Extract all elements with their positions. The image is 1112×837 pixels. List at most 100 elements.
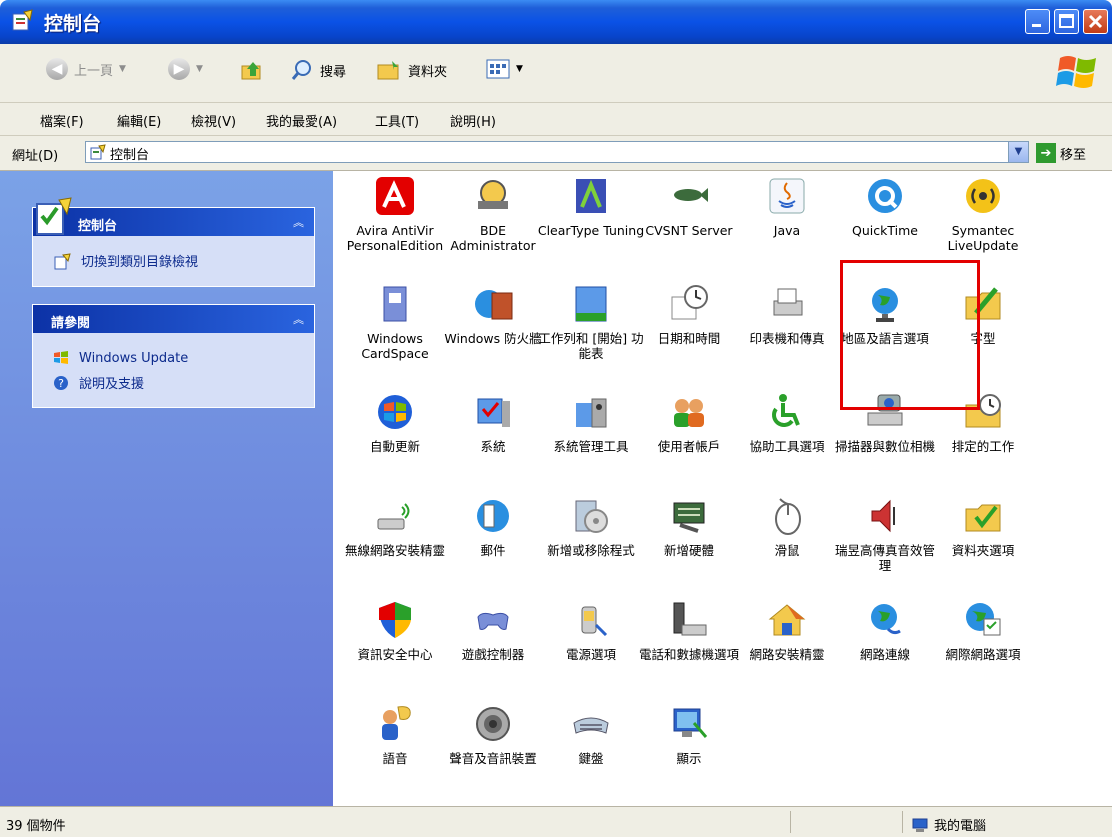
go-arrow-icon: ➔ [1036,143,1056,163]
menu-bar: 檔案(F) 編輯(E) 檢視(V) 我的最愛(A) 工具(T) 說明(H) [0,103,1112,136]
item-quicktime[interactable]: QuickTime [831,175,939,238]
item-add-remove-programs[interactable]: 新增或移除程式 [537,495,645,558]
item-network-setup-wizard[interactable]: 網路安裝精靈 [733,599,841,662]
item-printers-faxes[interactable]: 印表機和傳真 [733,283,841,346]
item-wireless-network-setup[interactable]: 無線網路安裝精靈 [341,495,449,558]
item-administrative-tools[interactable]: 系統管理工具 [537,391,645,454]
up-folder-icon [241,62,261,80]
maximize-button[interactable] [1054,9,1079,34]
add-hardware-icon [673,502,705,533]
item-display[interactable]: 顯示 [635,703,743,766]
automatic-updates-icon [378,395,412,429]
see-also-panel-header[interactable]: 請參閱 ︽ [33,305,314,333]
bde-icon [478,180,508,209]
search-icon [291,60,311,80]
back-arrow-icon: ◀ [46,58,68,80]
item-automatic-updates[interactable]: 自動更新 [341,391,449,454]
folders-button[interactable]: 資料夾 [376,58,447,82]
help-support-link[interactable]: ? 說明及支援 [53,373,144,392]
menu-edit[interactable]: 編輯(E) [117,111,161,130]
views-icon [486,59,510,79]
item-date-time[interactable]: 日期和時間 [635,283,743,346]
menu-view[interactable]: 檢視(V) [191,111,236,130]
forward-arrow-icon: ▶ [168,58,190,80]
item-taskbar-start-menu[interactable]: 工作列和 [開始] 功能表 [537,283,645,361]
item-java[interactable]: Java [733,175,841,238]
collapse-chevron-icon[interactable]: ︽ [293,214,304,230]
object-count: 39 個物件 [6,819,66,834]
display-icon [673,708,708,738]
fish-icon [674,188,708,202]
chevron-down-icon: ▼ [196,64,203,74]
home-network-icon [768,604,806,636]
item-system[interactable]: 系統 [439,391,547,454]
collapse-chevron-icon[interactable]: ︽ [293,311,304,327]
item-network-connections[interactable]: 網路連線 [831,599,939,662]
help-icon: ? [54,375,68,390]
address-bar: 網址(D) 控制台 ▼ ➔ 移至 [0,136,1112,171]
address-label: 網址(D) [12,149,59,164]
liveupdate-icon [966,179,1000,213]
close-button[interactable] [1083,9,1108,34]
item-cleartype[interactable]: ClearType Tuning [537,175,645,238]
quicktime-icon [868,179,902,213]
power-icon [581,606,608,637]
search-button[interactable]: 搜尋 [290,58,346,82]
item-security-center[interactable]: 資訊安全中心 [341,599,449,662]
network-connections-icon [871,604,901,635]
chevron-down-icon: ▼ [516,64,523,74]
menu-file[interactable]: 檔案(F) [40,111,84,130]
item-realtek-audio-manager[interactable]: 瑞昱高傳真音效管理 [831,495,939,573]
item-cvsnt[interactable]: CVSNT Server [635,175,743,238]
control-panel-panel-header[interactable]: 控制台 ︽ [33,197,314,236]
speech-icon [382,706,411,740]
wireless-setup-icon [377,503,410,530]
address-input[interactable]: 控制台 ▼ [85,141,1029,163]
item-user-accounts[interactable]: 使用者帳戶 [635,391,743,454]
panel-title: 控制台 [78,219,118,234]
item-power-options[interactable]: 電源選項 [537,599,645,662]
views-button[interactable]: ▼ [486,58,523,80]
add-remove-programs-icon [575,500,608,533]
item-mail[interactable]: 郵件 [439,495,547,558]
go-button[interactable]: ➔ 移至 [1036,143,1086,163]
item-speech[interactable]: 語音 [341,703,449,766]
up-folder-button[interactable] [240,58,264,82]
menu-tools[interactable]: 工具(T) [375,111,419,130]
item-internet-options[interactable]: 網際網路選項 [929,599,1037,662]
item-accessibility-options[interactable]: 協助工具選項 [733,391,841,454]
item-windows-firewall[interactable]: Windows 防火牆 [439,283,547,346]
highlight-frame [840,260,980,410]
see-also-panel: 請參閱 ︽ Windows Update ? 說明及支援 [32,304,315,408]
item-mouse[interactable]: 滑鼠 [733,495,841,558]
item-folder-options[interactable]: 資料夾選項 [929,495,1037,558]
address-value: 控制台 [110,148,150,163]
switch-category-view-link[interactable]: 切換到類別目錄檢視 [53,251,198,270]
svg-text:?: ? [58,377,64,390]
windows-update-link[interactable]: Windows Update [53,350,188,366]
item-symantec-liveupdate[interactable]: Symantec LiveUpdate [929,175,1037,253]
item-add-hardware[interactable]: 新增硬體 [635,495,743,558]
minimize-button[interactable] [1025,9,1050,34]
menu-favorites[interactable]: 我的最愛(A) [266,111,337,130]
folders-icon [377,61,399,80]
address-dropdown-button[interactable]: ▼ [1008,142,1028,162]
item-avira[interactable]: Avira AntiVir PersonalEdition [341,175,449,253]
menu-help[interactable]: 說明(H) [450,111,496,130]
item-phone-modem[interactable]: 電話和數據機選項 [635,599,743,662]
speaker-icon [871,499,895,533]
avira-icon [376,177,414,215]
control-panel-icon [54,252,71,269]
status-bar: 39 個物件 我的電腦 [0,806,1112,837]
keyboard-icon [573,717,609,734]
window-title: 控制台 [44,13,102,35]
phone-modem-icon [673,602,707,636]
item-windows-cardspace[interactable]: Windows CardSpace [341,283,449,361]
item-keyboard[interactable]: 鍵盤 [537,703,645,766]
back-button[interactable]: ◀ 上一頁 ▼ [46,58,126,80]
item-game-controllers[interactable]: 遊戲控制器 [439,599,547,662]
item-sounds-audio-devices[interactable]: 聲音及音訊裝置 [439,703,547,766]
speaker-large-icon [476,707,510,741]
forward-button[interactable]: ▶ ▼ [168,58,203,80]
item-bde-administrator[interactable]: BDE Administrator [439,175,547,253]
